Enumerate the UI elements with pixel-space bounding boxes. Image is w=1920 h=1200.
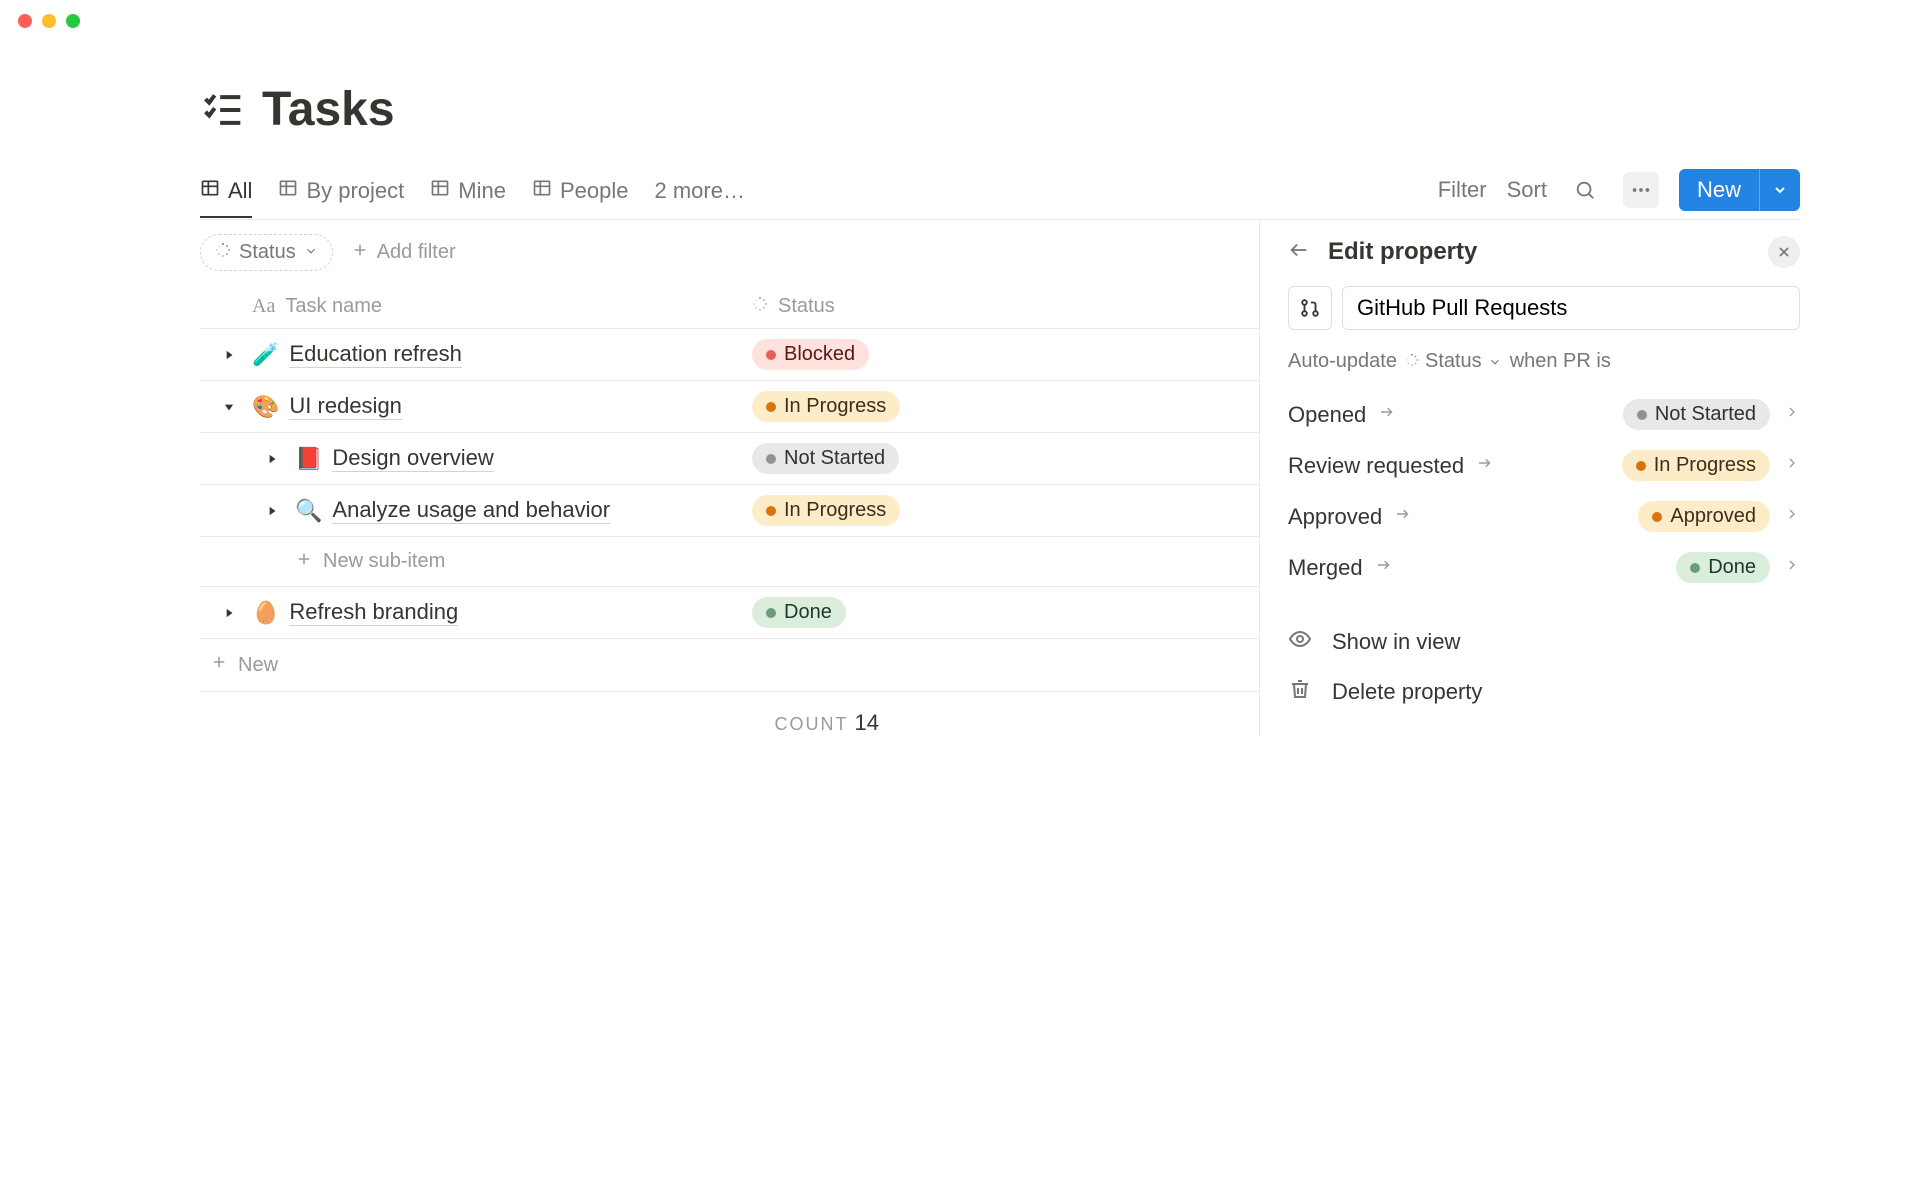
trash-icon	[1288, 677, 1312, 707]
table-row[interactable]: 🎨 UI redesign In Progress	[200, 381, 1259, 433]
filter-pill-status[interactable]: Status	[200, 234, 333, 271]
view-tab-people[interactable]: People	[532, 170, 629, 218]
window-controls	[0, 0, 1920, 42]
back-button[interactable]	[1288, 239, 1310, 266]
column-header-status[interactable]: Status	[752, 295, 835, 318]
table-row[interactable]: 🔍 Analyze usage and behavior In Progress	[200, 485, 1259, 537]
arrow-right-icon	[1476, 454, 1494, 477]
arrow-right-icon	[1394, 505, 1412, 528]
view-tab-all[interactable]: All	[200, 170, 252, 218]
table-row[interactable]: 🥚 Refresh branding Done	[200, 587, 1259, 639]
task-emoji: 📕	[295, 446, 322, 472]
mapping-row[interactable]: Approved Approved	[1288, 491, 1800, 542]
new-row-button[interactable]: New	[200, 639, 1259, 692]
column-header-name[interactable]: Aa Task name	[252, 295, 752, 318]
show-in-view-button[interactable]: Show in view	[1288, 617, 1800, 667]
new-subitem-button[interactable]: New sub-item	[200, 537, 1259, 587]
arrow-right-icon	[1375, 556, 1393, 579]
task-title[interactable]: Analyze usage and behavior	[332, 497, 610, 524]
close-button[interactable]	[1768, 236, 1800, 268]
chevron-right-icon	[1784, 557, 1800, 578]
chevron-right-icon	[1784, 506, 1800, 527]
status-badge[interactable]: Approved	[1638, 501, 1770, 532]
task-title[interactable]: Design overview	[332, 445, 493, 472]
task-emoji: 🔍	[295, 498, 322, 524]
eye-icon	[1288, 627, 1312, 657]
table-icon	[200, 178, 220, 204]
mapping-row[interactable]: Merged Done	[1288, 542, 1800, 593]
delete-property-button[interactable]: Delete property	[1288, 667, 1800, 717]
sort-button[interactable]: Sort	[1507, 177, 1547, 203]
filter-button[interactable]: Filter	[1438, 177, 1487, 203]
window-zoom-button[interactable]	[66, 14, 80, 28]
table-row[interactable]: 🧪 Education refresh Blocked	[200, 329, 1259, 381]
task-emoji: 🥚	[252, 600, 279, 626]
status-spinner-icon	[752, 295, 768, 318]
text-type-icon: Aa	[252, 295, 275, 318]
toggle-button[interactable]	[200, 400, 252, 414]
count-summary: COUNT14	[200, 692, 1259, 736]
status-badge[interactable]: Blocked	[752, 339, 869, 370]
new-button-group: New	[1679, 169, 1800, 211]
task-title[interactable]: Refresh branding	[289, 599, 458, 626]
toggle-button[interactable]	[200, 504, 295, 518]
git-pr-icon[interactable]	[1288, 286, 1332, 330]
view-tab-by-project[interactable]: By project	[278, 170, 404, 218]
view-tab-mine[interactable]: Mine	[430, 170, 506, 218]
page-title: Tasks	[262, 82, 395, 137]
auto-update-target-dropdown[interactable]: Status	[1405, 350, 1502, 373]
table-icon	[278, 178, 298, 204]
toggle-button[interactable]	[200, 348, 252, 362]
status-badge[interactable]: Done	[1676, 552, 1770, 583]
status-spinner-icon	[1405, 350, 1419, 373]
filter-row: Status Add filter	[200, 220, 1259, 285]
task-emoji: 🎨	[252, 394, 279, 420]
more-options-button[interactable]	[1623, 172, 1659, 208]
table-icon	[532, 178, 552, 204]
table-row[interactable]: 📕 Design overview Not Started	[200, 433, 1259, 485]
arrow-right-icon	[1378, 403, 1396, 426]
status-spinner-icon	[215, 241, 231, 264]
new-button[interactable]: New	[1679, 169, 1759, 211]
mapping-row[interactable]: Review requested In Progress	[1288, 440, 1800, 491]
auto-update-line: Auto-update Status when PR is	[1288, 350, 1800, 373]
table-area: Status Add filter Aa Task name Status	[200, 220, 1260, 736]
chevron-down-icon	[304, 241, 318, 264]
status-badge[interactable]: Done	[752, 597, 846, 628]
chevron-right-icon	[1784, 404, 1800, 425]
property-name-input[interactable]	[1342, 286, 1800, 330]
mapping-row[interactable]: Opened Not Started	[1288, 389, 1800, 440]
view-tab-more[interactable]: 2 more…	[654, 170, 744, 218]
toggle-button[interactable]	[200, 606, 252, 620]
table-header: Aa Task name Status	[200, 285, 1259, 329]
views-bar: All By project Mine People 2 more… Filte…	[200, 169, 1800, 220]
status-badge[interactable]: In Progress	[752, 495, 900, 526]
toggle-button[interactable]	[200, 452, 295, 466]
window-minimize-button[interactable]	[42, 14, 56, 28]
plus-icon	[210, 653, 228, 677]
task-title[interactable]: Education refresh	[289, 341, 461, 368]
table-icon	[430, 178, 450, 204]
property-panel: Edit property Auto-update Status when	[1260, 220, 1800, 736]
task-title[interactable]: UI redesign	[289, 393, 402, 420]
status-badge[interactable]: Not Started	[752, 443, 899, 474]
window-close-button[interactable]	[18, 14, 32, 28]
status-badge[interactable]: In Progress	[1622, 450, 1770, 481]
tasks-icon	[200, 88, 244, 132]
chevron-right-icon	[1784, 455, 1800, 476]
task-emoji: 🧪	[252, 342, 279, 368]
panel-title: Edit property	[1328, 238, 1477, 266]
search-button[interactable]	[1567, 172, 1603, 208]
status-badge[interactable]: Not Started	[1623, 399, 1770, 430]
add-filter-button[interactable]: Add filter	[351, 241, 456, 265]
plus-icon	[295, 550, 313, 574]
page-header: Tasks	[200, 82, 1800, 137]
status-badge[interactable]: In Progress	[752, 391, 900, 422]
plus-icon	[351, 241, 369, 265]
new-dropdown-button[interactable]	[1759, 169, 1800, 211]
